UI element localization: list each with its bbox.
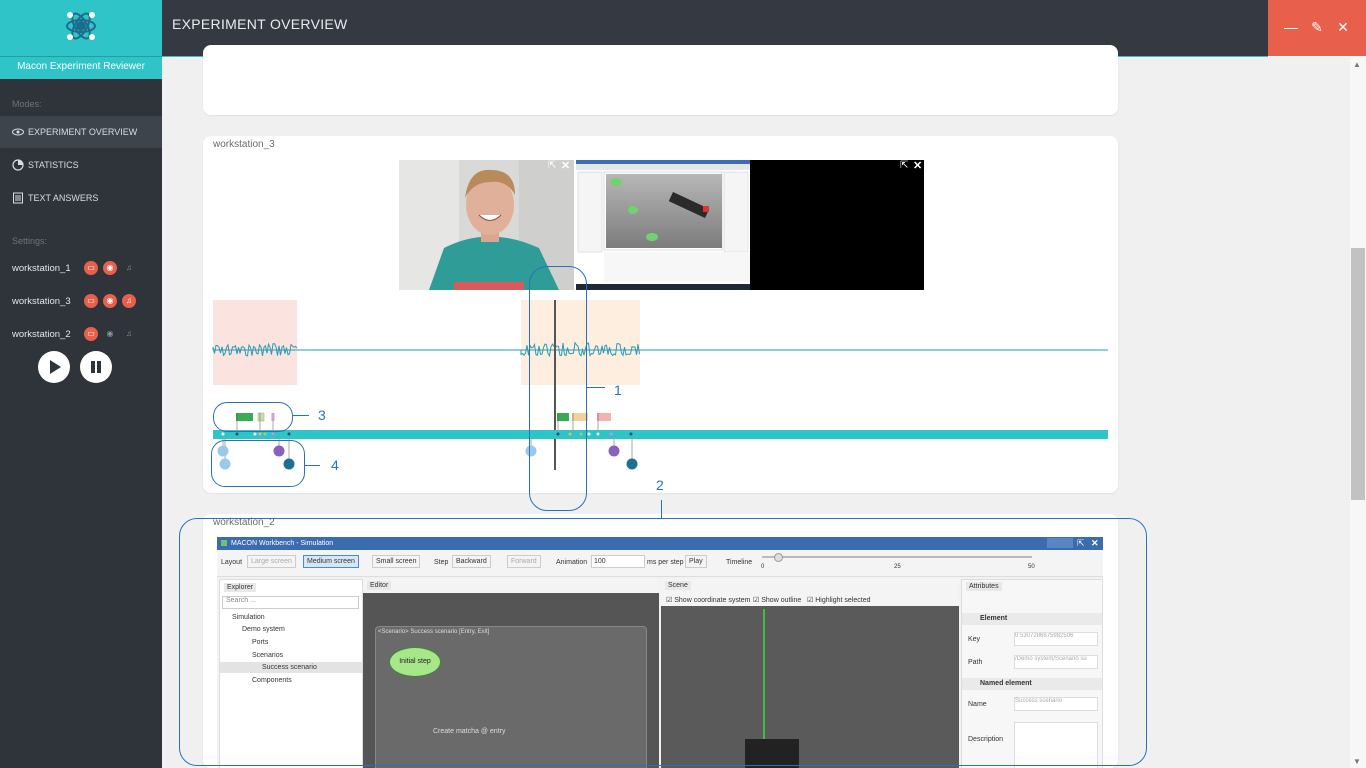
timeline-visualization[interactable] <box>203 296 1118 486</box>
workstation-row: workstation_2 ▭ ◉ ♫ <box>0 320 162 350</box>
webcam-toggle-icon[interactable]: ◉ <box>103 294 117 308</box>
nav-text-answers[interactable]: TEXT ANSWERS <box>0 182 162 214</box>
pause-icon <box>91 361 101 373</box>
screen-toggle-icon[interactable]: ▭ <box>84 294 98 308</box>
modes-label: Modes: <box>12 99 42 109</box>
headphones-toggle-icon[interactable]: ♫ <box>122 294 136 308</box>
workstation-name: workstation_3 <box>12 296 71 307</box>
close-icon[interactable]: ✕ <box>1335 19 1351 35</box>
annotation-leader <box>587 387 605 388</box>
nav-label: EXPERIMENT OVERVIEW <box>28 127 138 137</box>
nav-experiment-overview[interactable]: EXPERIMENT OVERVIEW <box>0 116 162 148</box>
close-icon[interactable]: ✕ <box>913 159 922 172</box>
scroll-down-icon[interactable]: ▼ <box>1353 757 1361 766</box>
close-icon[interactable]: ✕ <box>561 159 570 172</box>
screen-toggle-icon[interactable]: ▭ <box>84 261 98 275</box>
annotation-leader <box>304 465 320 466</box>
page-title: EXPERIMENT OVERVIEW <box>172 16 348 32</box>
annotation-outline <box>213 402 293 432</box>
annotation-label: 1 <box>614 382 622 398</box>
brand-area <box>0 0 162 56</box>
workstation-name: workstation_1 <box>12 263 71 274</box>
annotation-outline <box>179 518 1147 766</box>
scroll-up-icon[interactable]: ▲ <box>1353 60 1361 69</box>
annotation-label: 2 <box>656 477 664 493</box>
nav-statistics[interactable]: STATISTICS <box>0 149 162 181</box>
workstation-name: workstation_2 <box>12 329 71 340</box>
window-controls: — ✎ ✕ <box>1268 0 1366 56</box>
annotation-label: 4 <box>331 457 339 473</box>
video-placeholder <box>750 160 924 290</box>
annotation-label: 3 <box>318 407 326 423</box>
headphones-toggle-icon[interactable]: ♫ <box>122 327 136 341</box>
scrollbar-thumb[interactable] <box>1351 248 1365 500</box>
popout-icon[interactable]: ⇱ <box>900 160 908 171</box>
headphones-toggle-icon[interactable]: ♫ <box>122 261 136 275</box>
pie-chart-icon <box>12 159 24 171</box>
atom-logo-icon <box>66 12 96 40</box>
screen-recording-video[interactable] <box>576 160 750 290</box>
minimize-icon[interactable]: — <box>1283 19 1299 35</box>
workstation-label: workstation_3 <box>213 139 275 150</box>
eye-icon <box>12 128 24 136</box>
annotation-outline <box>529 266 587 511</box>
annotation-outline <box>211 440 305 487</box>
document-icon <box>13 192 23 204</box>
webcam-toggle-icon[interactable]: ◉ <box>103 261 117 275</box>
workstation-row: workstation_1 ▭ ◉ ♫ <box>0 254 162 284</box>
annotation-leader <box>661 500 662 518</box>
webcam-toggle-icon[interactable]: ◉ <box>103 327 117 341</box>
nav-label: TEXT ANSWERS <box>28 193 99 203</box>
pause-button[interactable] <box>80 351 112 383</box>
workstation-row: workstation_3 ▭ ◉ ♫ <box>0 287 162 317</box>
workstation-panel-top <box>203 45 1118 115</box>
play-button[interactable] <box>38 351 70 383</box>
annotation-leader <box>293 415 309 416</box>
app-name: Macon Experiment Reviewer <box>0 56 162 79</box>
popout-icon[interactable]: ⇱ <box>548 160 556 171</box>
nav-label: STATISTICS <box>28 160 79 170</box>
settings-label: Settings: <box>12 236 48 246</box>
popout-icon[interactable]: ✎ <box>1309 19 1325 35</box>
play-icon <box>50 360 61 374</box>
screen-toggle-icon[interactable]: ▭ <box>84 327 98 341</box>
